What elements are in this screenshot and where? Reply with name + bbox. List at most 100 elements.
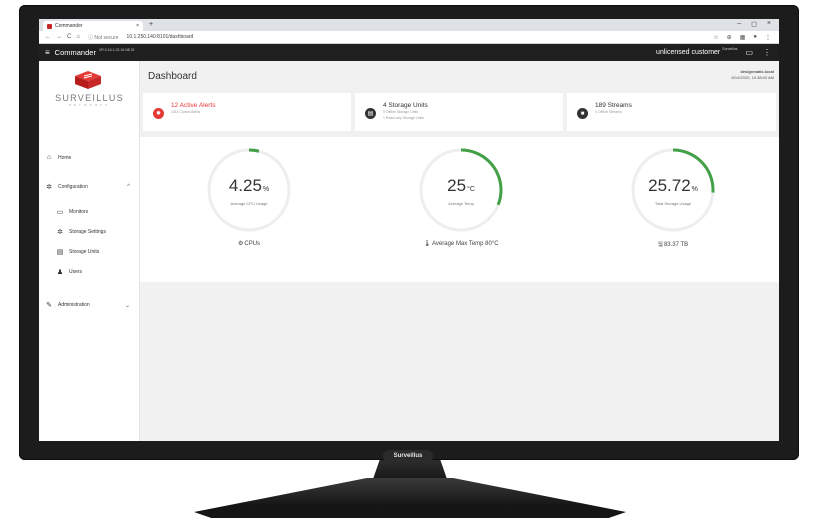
app-title: Commander: [54, 48, 96, 57]
sidebar-item-storage-settings[interactable]: ✲ Storage Settings: [39, 228, 140, 236]
cpu-gauge: 4.25% Average CPU Usage: [204, 145, 294, 235]
forward-icon[interactable]: →: [56, 34, 62, 40]
sidebar-item-home[interactable]: ⌂ Home: [39, 154, 140, 161]
users-icon: ♟: [56, 269, 64, 276]
gauge-number: 25.72: [648, 176, 691, 195]
sidebar-item-label: Monitors: [69, 209, 89, 215]
sidebar-item-monitors[interactable]: ▭ Monitors: [39, 208, 140, 216]
storage-footer: 🖫83.37 TB: [603, 240, 743, 250]
sidebar-item-label: Administration: [58, 302, 90, 308]
hard-drive-icon: 🖫: [657, 242, 663, 248]
storage-units-card[interactable]: ▤ 4 Storage Units 0 Offline Storage Unit…: [355, 93, 563, 131]
profile-icon[interactable]: ●: [753, 34, 757, 41]
reload-icon[interactable]: C: [67, 34, 71, 40]
brand-subtitle: NETWORKS: [68, 103, 111, 107]
gear-icon: ✲: [57, 229, 63, 236]
close-window-icon[interactable]: ×: [767, 20, 771, 28]
sidebar-item-configuration[interactable]: ✲ Configuration ^: [39, 183, 140, 191]
gauge-footer-text: 83.37 TB: [663, 242, 689, 248]
alerts-card[interactable]: ✹ 12 Active Alerts 1011 Closed Alerts: [143, 93, 351, 131]
sidebar: SURVEILLUS NETWORKS ⌂ Home ✲ Configurati…: [39, 61, 140, 441]
brand-name: SURVEILLUS: [55, 93, 124, 103]
cpu-icon: ⚙: [237, 241, 244, 247]
main-content: Dashboard designmatic.local 8/14/2020, 1…: [140, 61, 779, 441]
sidebar-item-label: Home: [58, 154, 72, 161]
home-icon[interactable]: ⌂: [76, 34, 80, 40]
navigation-buttons: ← → C ⌂: [45, 34, 80, 40]
current-datetime: 8/14/2020, 10:38:00 AM: [731, 75, 774, 80]
monitor-stand-base: [194, 478, 626, 518]
apps-grid-icon[interactable]: ▦: [740, 34, 746, 41]
card-subtitle: 1011 Closed Alerts: [171, 110, 201, 114]
browser-toolbar-icons: ☆ ⊕ ▦ ● ⋮: [713, 34, 771, 41]
customer-tag: Surveillus: [722, 47, 738, 51]
card-text: 4 Storage Units 0 Offline Storage Units …: [383, 102, 428, 121]
temp-footer: 🌡Average Max Temp 80°C: [391, 240, 531, 247]
home-icon: ⌂: [46, 154, 52, 161]
gauge-label: Total Storage Usage: [654, 201, 692, 206]
temp-gauge: 25°C Average Temp: [416, 145, 506, 235]
tab-close-icon[interactable]: ×: [136, 23, 139, 29]
browser-menu-icon[interactable]: ⋮: [765, 34, 771, 41]
gauge-footer-text: Average Max Temp 80°C: [432, 241, 499, 247]
card-title: 4 Storage Units: [383, 102, 428, 109]
bookmark-star-icon[interactable]: ☆: [713, 34, 718, 41]
gauge-number: 4.25: [228, 176, 262, 195]
card-subtitle: 1 Read-only Storage Units: [383, 116, 425, 120]
card-text: 12 Active Alerts 1011 Closed Alerts: [171, 102, 215, 115]
maximize-icon[interactable]: ◻: [751, 20, 757, 28]
user-info: designmatic.local 8/14/2020, 10:38:00 AM: [732, 69, 774, 81]
browser-tab-bar: Commander × + – ◻ ×: [39, 19, 779, 31]
stats-panel: 4.25% Average CPU Usage ⚙CPUs 25°C Avera…: [140, 137, 779, 282]
window-controls: – ◻ ×: [737, 20, 771, 28]
gauge-number: 25: [447, 176, 467, 195]
card-text: 189 Streams 0 Offline Streams: [595, 102, 632, 115]
more-options-icon[interactable]: ⋮: [763, 48, 771, 57]
gauge-value: 4.25%: [204, 176, 294, 196]
gauge-unit: %: [262, 186, 270, 193]
storage-icon: ▤: [365, 108, 376, 119]
minimize-icon[interactable]: –: [737, 20, 741, 28]
card-subtitle: 0 Offline Storage Units: [383, 110, 419, 114]
security-indicator[interactable]: ⓘ Not secure: [88, 34, 119, 41]
gauge-value: 25°C: [416, 176, 506, 196]
page-title: Dashboard: [148, 71, 197, 82]
monitor-screen: Commander × + – ◻ × ← → C ⌂ ⓘ Not secure…: [39, 19, 779, 441]
customer-name: unlicensed customer: [656, 49, 721, 56]
tab-title: Commander: [55, 23, 83, 29]
gauge-unit: °C: [467, 186, 475, 193]
url-field[interactable]: 10.1.250.140:8101/dashboard: [127, 34, 194, 40]
message-icon[interactable]: ▭: [745, 48, 753, 57]
chevron-up-icon[interactable]: ^: [127, 184, 130, 190]
new-tab-button[interactable]: +: [149, 21, 153, 28]
streams-card[interactable]: ■ 189 Streams 0 Offline Streams: [567, 93, 776, 131]
storage-icon: ▤: [56, 249, 64, 256]
sidebar-item-storage-units[interactable]: ▤ Storage Units: [39, 248, 140, 256]
alert-icon: ✹: [153, 108, 164, 119]
card-title: 12 Active Alerts: [171, 102, 216, 109]
app-version: VR.0.16.1.23.19.NE.IS: [98, 48, 135, 52]
cpu-footer: ⚙CPUs: [179, 240, 319, 247]
gauge-label: Average CPU Usage: [230, 201, 268, 206]
extension-icon[interactable]: ⊕: [727, 34, 732, 41]
sidebar-item-label: Configuration: [58, 184, 88, 190]
summary-cards: ✹ 12 Active Alerts 1011 Closed Alerts ▤ …: [140, 90, 779, 136]
sidebar-item-administration[interactable]: ✎ Administration ⌄: [39, 301, 140, 309]
surveillus-logo-icon: [75, 71, 101, 89]
wrench-icon: ✎: [46, 302, 52, 309]
sidebar-item-users[interactable]: ♟ Users: [39, 268, 140, 276]
browser-tab[interactable]: Commander ×: [43, 21, 143, 31]
gear-icon: ✲: [46, 184, 52, 191]
favicon-icon: [47, 23, 52, 29]
chevron-down-icon[interactable]: ⌄: [125, 302, 130, 309]
back-icon[interactable]: ←: [45, 34, 51, 40]
gauge-value: 25.72%: [628, 176, 718, 196]
sidebar-item-label: Storage Settings: [69, 229, 106, 235]
app-header: ≡ Commander VR.0.16.1.23.19.NE.IS unlice…: [39, 44, 779, 61]
sidebar-item-label: Users: [69, 269, 83, 275]
gauge-label: Average Temp: [448, 201, 474, 206]
thermometer-icon: 🌡: [423, 241, 432, 247]
gauge-unit: %: [691, 186, 698, 193]
sidebar-item-label: Storage Units: [69, 249, 100, 255]
menu-icon[interactable]: ≡: [45, 48, 50, 57]
